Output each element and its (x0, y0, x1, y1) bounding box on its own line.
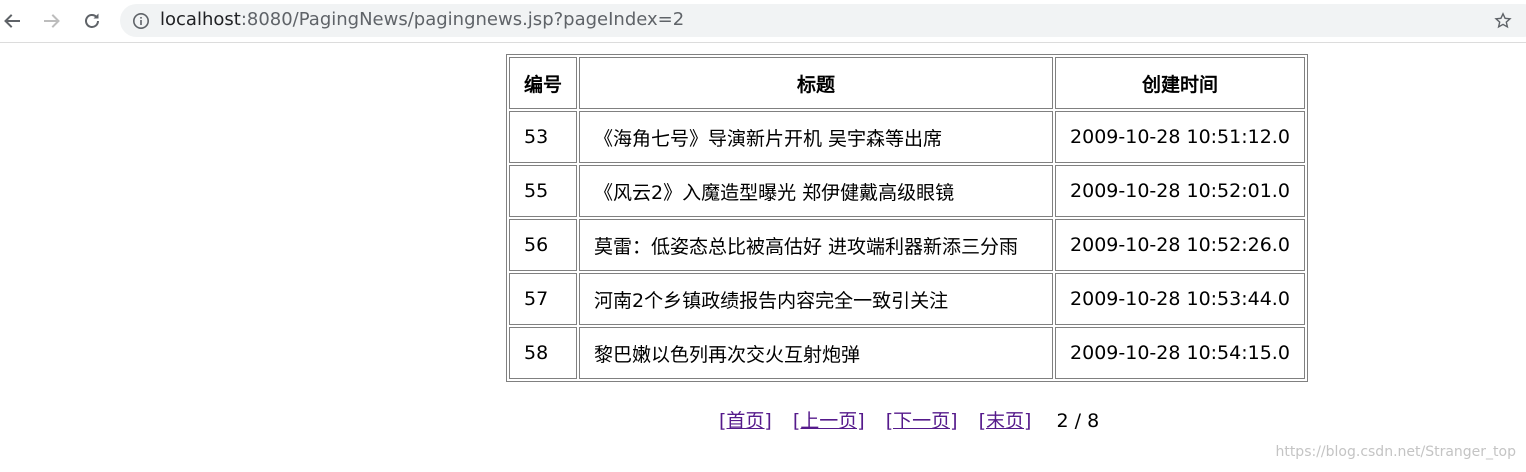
watermark: https://blog.csdn.net/Stranger_top (1275, 444, 1516, 460)
forward-button[interactable] (40, 9, 64, 33)
cell-time: 2009-10-28 10:54:15.0 (1055, 327, 1305, 379)
arrow-right-icon (44, 14, 60, 28)
table-row: 55 《风云2》入魔造型曝光 郑伊健戴高级眼镜 2009-10-28 10:52… (509, 165, 1305, 217)
cell-id: 57 (509, 273, 578, 325)
table-row: 57 河南2个乡镇政绩报告内容完全一致引关注 2009-10-28 10:53:… (509, 273, 1305, 325)
prev-page-link[interactable]: [上一页] (793, 410, 865, 432)
address-bar[interactable]: localhost:8080/PagingNews/pagingnews.jsp… (120, 4, 1526, 37)
back-button[interactable] (0, 9, 24, 33)
url-text[interactable]: localhost:8080/PagingNews/pagingnews.jsp… (160, 10, 684, 30)
cell-title: 河南2个乡镇政绩报告内容完全一致引关注 (579, 273, 1054, 325)
next-page-link[interactable]: [下一页] (886, 410, 958, 432)
cell-title: 莫雷：低姿态总比被高估好 进攻端利器新添三分雨 (579, 219, 1054, 271)
page-status: 2 / 8 (1056, 410, 1100, 432)
table-header-row: 编号 标题 创建时间 (509, 57, 1305, 109)
cell-time: 2009-10-28 10:52:01.0 (1055, 165, 1305, 217)
url-path: :8080/PagingNews/pagingnews.jsp?pageInde… (240, 9, 685, 30)
cell-time: 2009-10-28 10:52:26.0 (1055, 219, 1305, 271)
news-table: 编号 标题 创建时间 53 《海角七号》导演新片开机 吴宇森等出席 2009-1… (506, 54, 1308, 382)
last-page-link[interactable]: [末页] (979, 410, 1032, 432)
cell-title: 黎巴嫩以色列再次交火互射炮弹 (579, 327, 1054, 379)
header-id: 编号 (509, 57, 578, 109)
reload-button[interactable] (80, 9, 104, 33)
info-icon[interactable] (132, 12, 150, 30)
cell-id: 56 (509, 219, 578, 271)
browser-toolbar: localhost:8080/PagingNews/pagingnews.jsp… (0, 0, 1526, 43)
first-page-link[interactable]: [首页] (719, 410, 772, 432)
cell-title: 《海角七号》导演新片开机 吴宇森等出席 (579, 111, 1054, 163)
bookmark-star-icon[interactable] (1494, 12, 1512, 30)
table-row: 53 《海角七号》导演新片开机 吴宇森等出席 2009-10-28 10:51:… (509, 111, 1305, 163)
header-created-time: 创建时间 (1055, 57, 1305, 109)
cell-id: 58 (509, 327, 578, 379)
cell-time: 2009-10-28 10:53:44.0 (1055, 273, 1305, 325)
arrow-left-icon (4, 14, 20, 28)
reload-icon (85, 13, 99, 28)
header-title: 标题 (579, 57, 1054, 109)
cell-title: 《风云2》入魔造型曝光 郑伊健戴高级眼镜 (579, 165, 1054, 217)
cell-time: 2009-10-28 10:51:12.0 (1055, 111, 1305, 163)
table-row: 58 黎巴嫩以色列再次交火互射炮弹 2009-10-28 10:54:15.0 (509, 327, 1305, 379)
url-host: localhost (160, 9, 241, 30)
cell-id: 53 (509, 111, 578, 163)
cell-id: 55 (509, 165, 578, 217)
pagination: [首页] [上一页] [下一页] [末页] 2 / 8 (719, 409, 1099, 433)
table-row: 56 莫雷：低姿态总比被高估好 进攻端利器新添三分雨 2009-10-28 10… (509, 219, 1305, 271)
